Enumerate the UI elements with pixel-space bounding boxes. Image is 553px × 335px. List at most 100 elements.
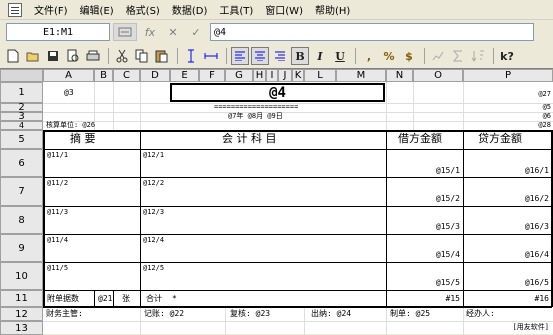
credit-cell[interactable]: @16/5 — [525, 279, 549, 287]
col-header-c[interactable]: C — [113, 69, 140, 82]
col-header-a[interactable]: A — [43, 69, 94, 82]
row-header-7[interactable]: 7 — [0, 177, 43, 206]
row-header-5[interactable]: 5 — [0, 130, 43, 149]
signature-handler[interactable]: 经办人: — [466, 310, 495, 318]
debit-cell[interactable]: @15/5 — [436, 279, 460, 287]
attachments-unit[interactable]: 张 — [122, 295, 130, 303]
new-icon[interactable] — [4, 47, 22, 65]
header-account[interactable]: 会 计 科 目 — [222, 133, 277, 144]
total-credit[interactable]: #16 — [535, 295, 549, 303]
menu-window[interactable]: 窗口(W) — [259, 2, 309, 17]
col-header-e[interactable]: E — [170, 69, 199, 82]
col-header-i[interactable]: I — [266, 69, 278, 82]
percent-icon[interactable]: % — [380, 47, 398, 65]
signature-bookkeeper[interactable]: 记账: @22 — [144, 310, 184, 318]
copy-icon[interactable] — [133, 47, 151, 65]
cell-p1[interactable]: @27 — [538, 91, 551, 98]
col-header-g[interactable]: G — [225, 69, 253, 82]
summary-cell[interactable]: @11/1 — [47, 152, 68, 159]
menu-edit[interactable]: 编辑(E) — [74, 2, 120, 17]
col-header-m[interactable]: M — [336, 69, 386, 82]
signature-cashier[interactable]: 出纳: @24 — [311, 310, 351, 318]
cut-icon[interactable] — [113, 47, 131, 65]
menu-data[interactable]: 数据(D) — [166, 2, 214, 17]
col-header-h[interactable]: H — [253, 69, 266, 82]
bold-icon[interactable]: B — [291, 47, 309, 65]
summary-cell[interactable]: @11/5 — [47, 265, 68, 272]
cancel-icon[interactable]: ✕ — [163, 23, 183, 41]
unit-cell[interactable]: 核算单位: @26 — [46, 122, 95, 129]
col-header-b[interactable]: B — [94, 69, 113, 82]
col-header-l[interactable]: L — [304, 69, 336, 82]
signature-supervisor[interactable]: 财务主管: — [46, 310, 83, 318]
menu-tools[interactable]: 工具(T) — [213, 2, 259, 17]
account-cell[interactable]: @12/1 — [143, 152, 164, 159]
col-width-icon[interactable] — [202, 47, 220, 65]
row-header-10[interactable]: 10 — [0, 262, 43, 290]
cell-a1[interactable]: @3 — [64, 89, 74, 97]
col-header-k[interactable]: K — [292, 69, 304, 82]
col-header-n[interactable]: N — [386, 69, 413, 82]
summary-cell[interactable]: @11/2 — [47, 180, 68, 187]
print-preview-icon[interactable] — [64, 47, 82, 65]
row-header-8[interactable]: 8 — [0, 206, 43, 234]
attachments-count[interactable]: @21 — [98, 295, 112, 303]
align-center-icon[interactable] — [251, 47, 269, 65]
cell-reference-box[interactable]: E1:M1 — [6, 23, 110, 41]
save-icon[interactable] — [44, 47, 62, 65]
col-header-j[interactable]: J — [278, 69, 292, 82]
summary-cell[interactable]: @11/4 — [47, 237, 68, 244]
debit-cell[interactable]: @15/4 — [436, 251, 460, 259]
header-credit[interactable]: 贷方金额 — [478, 133, 522, 144]
credit-cell[interactable]: @16/2 — [525, 195, 549, 203]
row-header-13[interactable]: 13 — [0, 321, 43, 335]
cell-p4[interactable]: @28 — [538, 122, 551, 129]
summary-cell[interactable]: @11/3 — [47, 209, 68, 216]
underline-icon[interactable]: U — [331, 47, 349, 65]
open-icon[interactable] — [24, 47, 42, 65]
credit-cell[interactable]: @16/3 — [525, 223, 549, 231]
account-cell[interactable]: @12/3 — [143, 209, 164, 216]
select-all-corner[interactable] — [0, 69, 43, 82]
row-header-3[interactable]: 3 — [0, 111, 43, 122]
menu-help[interactable]: 帮助(H) — [309, 2, 356, 17]
row-height-icon[interactable] — [182, 47, 200, 65]
col-header-p[interactable]: P — [463, 69, 553, 82]
menu-file[interactable]: 文件(F) — [28, 2, 74, 17]
menu-format[interactable]: 格式(S) — [120, 2, 166, 17]
account-cell[interactable]: @12/5 — [143, 265, 164, 272]
cell-p3[interactable]: @6 — [543, 113, 551, 120]
currency-icon[interactable]: $ — [400, 47, 418, 65]
header-debit[interactable]: 借方金额 — [398, 133, 442, 144]
signature-reviewer[interactable]: 复核: @23 — [230, 310, 270, 318]
confirm-icon[interactable]: ✓ — [186, 23, 206, 41]
total-mark[interactable]: * — [172, 295, 177, 303]
formula-input[interactable]: @4 — [210, 23, 534, 41]
row-header-11[interactable]: 11 — [0, 290, 43, 307]
debit-cell[interactable]: @15/2 — [436, 195, 460, 203]
col-header-f[interactable]: F — [199, 69, 225, 82]
print-icon[interactable] — [84, 47, 102, 65]
col-header-d[interactable]: D — [140, 69, 170, 82]
comma-icon[interactable]: , — [360, 47, 378, 65]
document-icon[interactable] — [8, 2, 22, 17]
header-summary[interactable]: 摘 要 — [70, 133, 96, 144]
paste-icon[interactable] — [153, 47, 171, 65]
debit-cell[interactable]: @15/1 — [436, 167, 460, 175]
row-header-9[interactable]: 9 — [0, 234, 43, 262]
cell-p2[interactable]: @5 — [543, 104, 551, 111]
row-header-4[interactable]: 4 — [0, 121, 43, 130]
align-left-icon[interactable] — [231, 47, 249, 65]
row-header-1[interactable]: 1 — [0, 82, 43, 103]
debit-cell[interactable]: @15/3 — [436, 223, 460, 231]
row-header-12[interactable]: 12 — [0, 307, 43, 321]
title-underline[interactable]: ==================== — [214, 104, 298, 111]
credit-cell[interactable]: @16/1 — [525, 167, 549, 175]
col-header-o[interactable]: O — [413, 69, 463, 82]
footer-cell[interactable]: [用友软件] — [513, 324, 549, 331]
italic-icon[interactable]: I — [311, 47, 329, 65]
credit-cell[interactable]: @16/4 — [525, 251, 549, 259]
account-cell[interactable]: @12/2 — [143, 180, 164, 187]
title-cell[interactable]: @4 — [170, 83, 385, 102]
date-cell[interactable]: @7年 @8月 @9日 — [228, 113, 283, 120]
